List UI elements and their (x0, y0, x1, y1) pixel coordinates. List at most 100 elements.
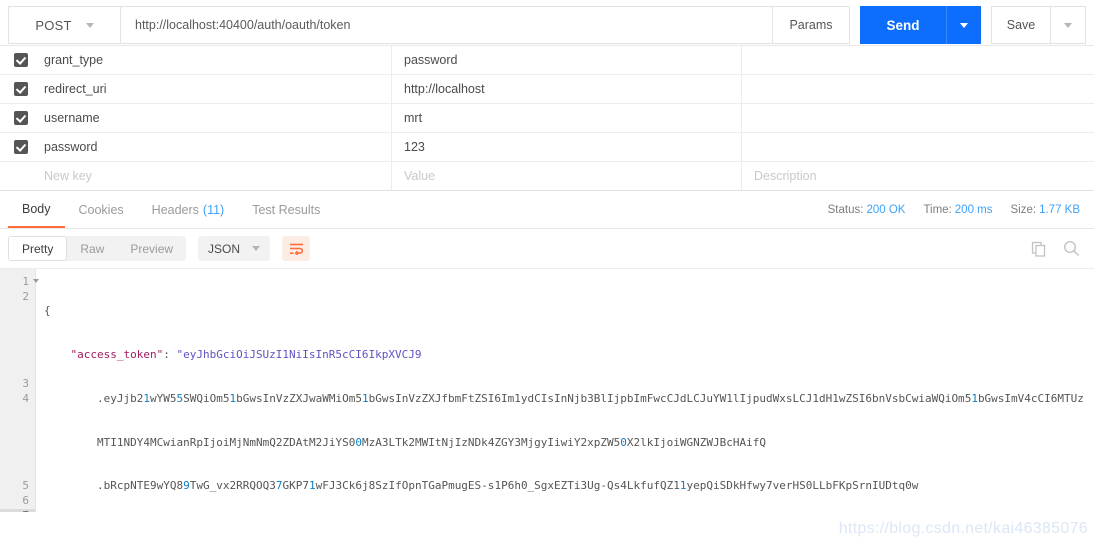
param-description[interactable] (742, 104, 1094, 132)
view-mode-raw[interactable]: Raw (67, 236, 117, 261)
row-checkbox-cell[interactable] (0, 169, 42, 183)
param-value[interactable]: 123 (392, 133, 742, 161)
time-value: 200 ms (954, 203, 993, 216)
line-number (0, 319, 35, 334)
line-number: 6 (22, 493, 29, 507)
tab-test-results-label: Test Results (252, 202, 321, 217)
save-button-group: Save (991, 6, 1086, 44)
line-number: 1 (0, 275, 39, 290)
search-icon[interactable] (1063, 240, 1080, 257)
chevron-down-icon (960, 22, 968, 28)
line-number (0, 363, 35, 378)
param-key[interactable]: redirect_uri (42, 75, 392, 103)
send-button[interactable]: Send (860, 6, 946, 44)
line-number: 4 (22, 391, 29, 405)
json-code-content[interactable]: { "access_token": "eyJhbGciOiJSUzI1NiIsI… (36, 269, 1094, 512)
http-method-label: POST (35, 17, 72, 33)
code-line: MTI1NDY4MCwianRpIjoiMjNmNmQ2ZDAtM2JiYS00… (96, 435, 767, 449)
line-number (0, 348, 35, 363)
line-number (0, 333, 35, 348)
copy-icon[interactable] (1031, 241, 1047, 257)
http-method-select[interactable]: POST (8, 6, 120, 44)
line-number (0, 304, 35, 319)
checkbox-checked-icon[interactable] (14, 140, 28, 154)
send-button-group: Send (860, 6, 981, 44)
table-row-new[interactable]: New key Value Description (0, 162, 1094, 190)
param-value[interactable]: http://localhost (392, 75, 742, 103)
status-badge: Status: 200 OK (828, 204, 906, 216)
view-mode-preview[interactable]: Preview (117, 236, 186, 261)
time-badge: Time: 200 ms (923, 204, 992, 216)
tab-cookies[interactable]: Cookies (65, 191, 138, 228)
chevron-down-icon (85, 22, 94, 28)
table-row[interactable]: grant_type password (0, 46, 1094, 75)
url-input[interactable]: http://localhost:40400/auth/oauth/token (120, 6, 772, 44)
code-line: "access_token": "eyJhbGciOiJSUzI1NiIsInR… (70, 347, 422, 361)
row-checkbox-cell[interactable] (0, 82, 42, 96)
row-checkbox-cell[interactable] (0, 53, 42, 67)
tab-body[interactable]: Body (8, 191, 65, 228)
response-tabs: Body Cookies Headers (11) Test Results S… (0, 191, 1094, 229)
checkbox-checked-icon[interactable] (14, 111, 28, 125)
row-checkbox-cell[interactable] (0, 140, 42, 154)
tab-cookies-label: Cookies (78, 202, 124, 217)
line-number (0, 436, 35, 451)
table-row[interactable]: password 123 (0, 133, 1094, 162)
params-button[interactable]: Params (772, 6, 850, 44)
row-checkbox-cell[interactable] (0, 111, 42, 125)
line-number (0, 421, 35, 436)
param-description[interactable] (742, 75, 1094, 103)
word-wrap-toggle[interactable] (282, 236, 311, 261)
time-label: Time: (923, 203, 952, 216)
tab-body-label: Body (22, 201, 51, 216)
param-description[interactable] (742, 46, 1094, 74)
checkbox-checked-icon[interactable] (14, 53, 28, 67)
view-mode-pretty[interactable]: Pretty (8, 236, 68, 261)
code-line: .bRcpNTE9wYQ89TwG_vx2RRQOQ37GKP71wFJ3Ck6… (96, 479, 919, 493)
table-row[interactable]: redirect_uri http://localhost (0, 75, 1094, 104)
headers-count-badge: (11) (202, 202, 225, 217)
tab-test-results[interactable]: Test Results (238, 191, 334, 228)
param-value[interactable]: mrt (392, 104, 742, 132)
response-body-editor[interactable]: 1 2 3 4 5 6 7 { "access_token": "eyJhbGc… (0, 269, 1094, 512)
status-label: Status: (827, 203, 864, 216)
line-number (0, 450, 35, 465)
word-wrap-icon (289, 243, 303, 255)
response-actions (1031, 240, 1080, 257)
chevron-down-icon (252, 246, 261, 251)
new-key-input[interactable]: New key (42, 162, 392, 190)
line-number (0, 406, 35, 421)
code-line: { (44, 304, 51, 318)
params-table: grant_type password redirect_uri http://… (0, 45, 1094, 191)
chevron-down-icon (1064, 22, 1072, 28)
save-options-button[interactable] (1050, 6, 1086, 44)
view-mode-segmented-control: Pretty Raw Preview (8, 236, 187, 261)
param-key[interactable]: grant_type (42, 46, 392, 74)
code-line: .eyJjb21wYW55SWQiOm51bGwsInVzZXJwaWMiOm5… (96, 391, 1084, 405)
line-number-gutter: 1 2 3 4 5 6 7 (0, 269, 39, 512)
new-description-input[interactable]: Description (742, 162, 1094, 190)
send-options-button[interactable] (946, 6, 981, 44)
status-value: 200 OK (866, 203, 906, 216)
size-label: Size: (1010, 203, 1037, 216)
param-key[interactable]: username (42, 104, 392, 132)
tab-headers[interactable]: Headers (11) (138, 191, 239, 228)
tab-headers-label: Headers (151, 202, 199, 217)
watermark: https://blog.csdn.net/kai46385076 (838, 520, 1088, 537)
response-meta: Status: 200 OK Time: 200 ms Size: 1.77 KB (828, 204, 1080, 216)
param-value[interactable]: password (392, 46, 742, 74)
save-button[interactable]: Save (991, 6, 1050, 44)
param-key[interactable]: password (42, 133, 392, 161)
checkbox-checked-icon[interactable] (14, 82, 28, 96)
table-row[interactable]: username mrt (0, 104, 1094, 133)
size-badge: Size: 1.77 KB (1011, 204, 1081, 216)
line-number: 5 (22, 479, 29, 493)
checkbox-unchecked-icon[interactable] (14, 169, 28, 183)
line-number: 2 (22, 289, 29, 303)
response-format-select[interactable]: JSON (198, 236, 271, 261)
new-value-input[interactable]: Value (392, 162, 742, 190)
size-value: 1.77 KB (1039, 203, 1080, 216)
line-number (0, 465, 35, 480)
param-description[interactable] (742, 133, 1094, 161)
